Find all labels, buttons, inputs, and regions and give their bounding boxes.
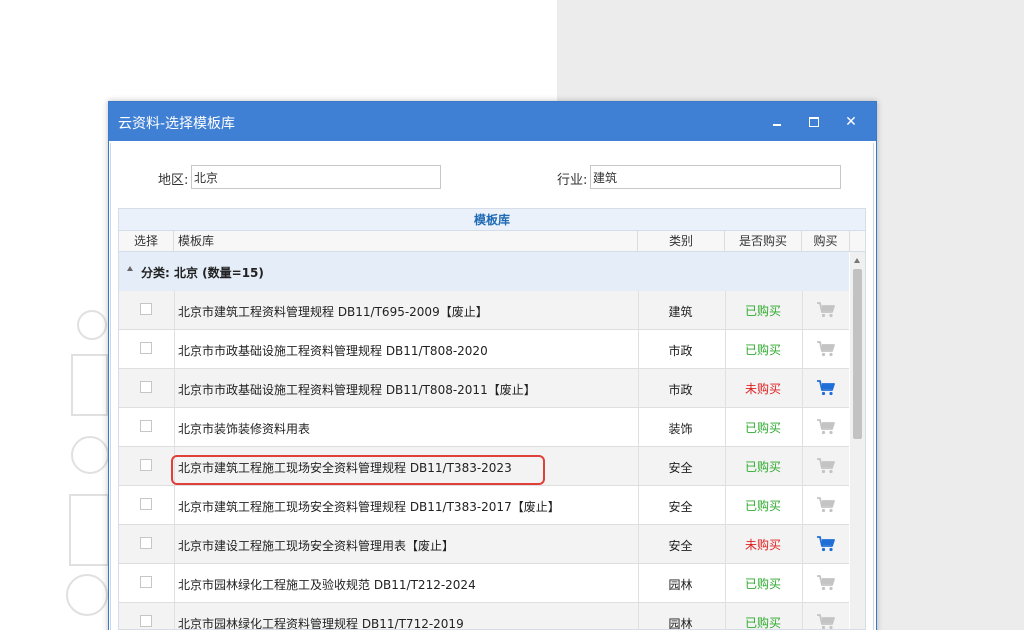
- column-divider: [174, 330, 175, 369]
- table-row[interactable]: 北京市市政基础设施工程资料管理规程 DB11/T808-2020 市政 已购买: [119, 330, 849, 369]
- purchase-status: 已购买: [744, 343, 781, 357]
- column-divider: [802, 408, 803, 447]
- shopping-cart-icon: [817, 614, 835, 629]
- template-category: 市政: [668, 383, 693, 397]
- row-checkbox[interactable]: [140, 459, 152, 471]
- column-divider: [802, 291, 803, 330]
- template-name: 北京市建筑工程资料管理规程 DB11/T695-2009【废止】: [178, 305, 488, 319]
- highlight-annotation: [171, 455, 545, 485]
- dialog-title: 云资料-选择模板库: [118, 116, 236, 132]
- column-divider: [802, 447, 803, 486]
- table-row[interactable]: 北京市园林绿化工程资料管理规程 DB11/T712-2019 园林 已购买: [119, 603, 849, 630]
- column-divider: [802, 525, 803, 564]
- template-category: 园林: [668, 617, 693, 630]
- purchase-status: 已购买: [744, 616, 781, 630]
- column-divider: [802, 486, 803, 525]
- industry-field[interactable]: [590, 165, 841, 189]
- purchase-status: 已购买: [744, 460, 781, 474]
- caret-up-icon[interactable]: [127, 266, 133, 271]
- purchase-status: 已购买: [744, 304, 781, 318]
- scrollbar-thumb[interactable]: [853, 269, 862, 439]
- template-category: 装饰: [668, 422, 693, 436]
- column-divider: [174, 369, 175, 408]
- template-name: 北京市市政基础设施工程资料管理规程 DB11/T808-2020: [178, 344, 488, 358]
- shopping-cart-icon: [817, 419, 835, 435]
- shopping-cart-icon[interactable]: [816, 535, 836, 553]
- column-header-buy[interactable]: 购买: [802, 231, 850, 252]
- table-row[interactable]: 北京市建筑工程资料管理规程 DB11/T695-2009【废止】 建筑 已购买: [119, 291, 849, 330]
- shopping-cart-icon: [817, 575, 835, 591]
- column-divider: [174, 603, 175, 629]
- template-name: 北京市园林绿化工程资料管理规程 DB11/T712-2019: [178, 617, 464, 630]
- region-field[interactable]: [191, 165, 441, 189]
- row-checkbox[interactable]: [140, 498, 152, 510]
- template-category: 市政: [668, 344, 693, 358]
- grid-caption: 模板库: [119, 209, 865, 231]
- purchase-status: 未购买: [744, 538, 781, 552]
- template-category: 安全: [668, 539, 693, 553]
- column-header-template[interactable]: 模板库: [174, 231, 638, 252]
- column-divider: [174, 486, 175, 525]
- industry-label: 行业:: [557, 173, 588, 188]
- shopping-cart-icon: [817, 497, 835, 513]
- template-name: 北京市建筑工程施工现场安全资料管理规程 DB11/T383-2017【废止】: [178, 500, 560, 514]
- table-row[interactable]: 北京市建设工程施工现场安全资料管理用表【废止】 安全 未购买: [119, 525, 849, 564]
- column-divider: [802, 369, 803, 408]
- column-divider: [174, 291, 175, 330]
- region-label: 地区:: [158, 173, 189, 188]
- template-grid: 模板库 选择 模板库 类别 是否购买 购买 分类: 北京 (数量=15) 北京市…: [118, 208, 866, 630]
- table-row[interactable]: 北京市建筑工程施工现场安全资料管理规程 DB11/T383-2017【废止】 安全…: [119, 486, 849, 525]
- row-checkbox[interactable]: [140, 615, 152, 627]
- template-category: 园林: [668, 578, 693, 592]
- shopping-cart-icon: [817, 458, 835, 474]
- column-divider: [174, 564, 175, 603]
- template-category: 建筑: [668, 305, 693, 319]
- template-name: 北京市装饰装修资料用表: [178, 422, 311, 436]
- column-header-select[interactable]: 选择: [119, 231, 174, 252]
- column-divider: [802, 603, 803, 629]
- scroll-up-icon[interactable]: [854, 258, 860, 263]
- table-row[interactable]: 北京市装饰装修资料用表 装饰 已购买: [119, 408, 849, 447]
- grid-header: 选择 模板库 类别 是否购买 购买: [119, 231, 865, 252]
- decorative-watermark: [66, 310, 109, 616]
- template-name: 北京市园林绿化工程施工及验收规范 DB11/T212-2024: [178, 578, 476, 592]
- column-header-purchased[interactable]: 是否购买: [725, 231, 802, 252]
- purchase-status: 未购买: [744, 382, 781, 396]
- maximize-icon[interactable]: [802, 111, 824, 133]
- template-category: 安全: [668, 461, 693, 475]
- row-checkbox[interactable]: [140, 342, 152, 354]
- shopping-cart-icon[interactable]: [816, 379, 836, 397]
- column-divider: [802, 564, 803, 603]
- group-row-beijing[interactable]: 分类: 北京 (数量=15): [119, 252, 849, 291]
- row-checkbox[interactable]: [140, 576, 152, 588]
- purchase-status: 已购买: [744, 499, 781, 513]
- row-checkbox[interactable]: [140, 537, 152, 549]
- shopping-cart-icon: [817, 302, 835, 318]
- column-divider: [802, 330, 803, 369]
- template-name: 北京市市政基础设施工程资料管理规程 DB11/T808-2011【废止】: [178, 383, 536, 397]
- minimize-icon[interactable]: [766, 111, 788, 133]
- template-name: 北京市建设工程施工现场安全资料管理用表【废止】: [178, 539, 455, 553]
- column-divider: [174, 525, 175, 564]
- template-category: 安全: [668, 500, 693, 514]
- shopping-cart-icon: [817, 341, 835, 357]
- purchase-status: 已购买: [744, 577, 781, 591]
- row-checkbox[interactable]: [140, 303, 152, 315]
- table-row[interactable]: 北京市市政基础设施工程资料管理规程 DB11/T808-2011【废止】 市政 未购…: [119, 369, 849, 408]
- table-row[interactable]: 北京市园林绿化工程施工及验收规范 DB11/T212-2024 园林 已购买: [119, 564, 849, 603]
- column-header-category[interactable]: 类别: [638, 231, 725, 252]
- row-checkbox[interactable]: [140, 420, 152, 432]
- row-checkbox[interactable]: [140, 381, 152, 393]
- column-divider: [174, 408, 175, 447]
- close-icon[interactable]: ✕: [840, 111, 862, 133]
- dialog-titlebar[interactable]: 云资料-选择模板库 ✕: [109, 102, 876, 141]
- group-label: 分类: 北京 (数量=15): [141, 266, 264, 280]
- purchase-status: 已购买: [744, 421, 781, 435]
